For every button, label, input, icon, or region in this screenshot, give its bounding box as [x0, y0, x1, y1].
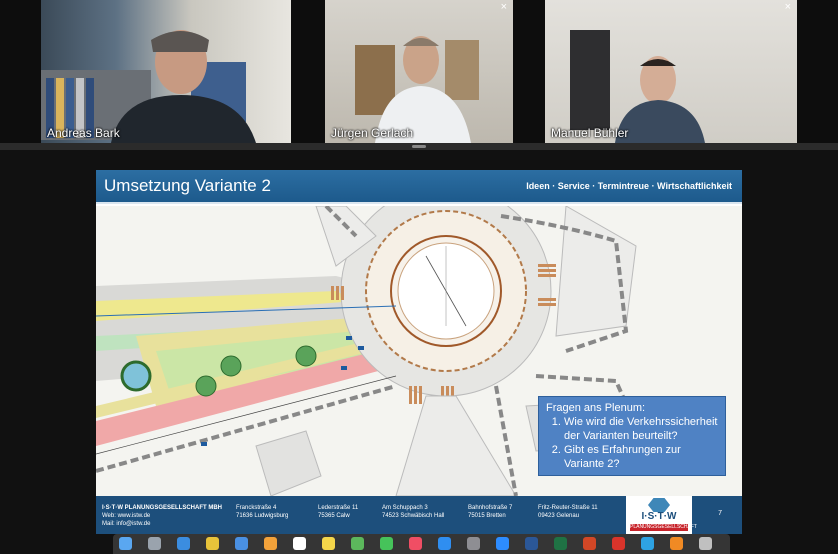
question-item: Gibt es Erfahrungen zur Variante 2?	[564, 443, 718, 471]
company-mail: Mail: info@istw.de	[102, 521, 151, 527]
macos-dock	[113, 534, 730, 554]
chrome-icon[interactable]	[206, 537, 219, 550]
company-name: I·S·T·W PLANUNGSGESELLSCHAFT MBH	[102, 505, 222, 511]
slide-header: Umsetzung Variante 2 Ideen · Service · T…	[96, 170, 742, 204]
address-city: 71636 Ludwigsburg	[236, 513, 289, 519]
company-web: Web: www.istw.de	[102, 513, 151, 519]
music-icon[interactable]	[409, 537, 422, 550]
participant-video-frame	[355, 36, 479, 143]
participant-name: Jürgen Gerlach	[331, 126, 414, 140]
address-street: Fritz-Reuter-Straße 11	[538, 505, 598, 511]
footer-address: Franckstraße 4 71636 Ludwigsburg	[236, 504, 288, 520]
address-street: Am Schuppach 3	[382, 505, 428, 511]
trash-icon[interactable]	[699, 537, 712, 550]
excel-icon[interactable]	[554, 537, 567, 550]
address-city: 09423 Gelenau	[538, 513, 580, 519]
zoom-icon[interactable]	[496, 537, 509, 550]
close-icon[interactable]: ×	[785, 1, 791, 13]
photoshop-icon[interactable]	[641, 537, 654, 550]
video-tile-participant-2[interactable]: × Jürgen Gerlach	[325, 0, 513, 143]
question-item: Wie wird die Verkehrssicherheit der Vari…	[564, 415, 718, 443]
photos-icon[interactable]	[264, 537, 277, 550]
slide-title: Umsetzung Variante 2	[104, 176, 271, 195]
participant-video-frame	[41, 30, 256, 143]
address-city: 75365 Calw	[318, 513, 350, 519]
address-city: 75015 Bretten	[468, 513, 506, 519]
address-street: Bahnhofstraße 7	[468, 505, 513, 511]
divider-grip[interactable]	[412, 145, 426, 148]
logo-hexagon-icon	[648, 498, 670, 512]
address-street: Franckstraße 4	[236, 505, 277, 511]
istw-logo: I·S·T·W PLANUNGSGESELLSCHAFT	[626, 496, 697, 534]
slide-page-number: 7	[718, 510, 722, 517]
video-tile-participant-1[interactable]: Andreas Bark	[41, 0, 291, 143]
mail-icon[interactable]	[235, 537, 248, 550]
powerpoint-icon[interactable]	[583, 537, 596, 550]
footer-address: Lederstraße 11 75365 Calw	[318, 504, 358, 520]
close-icon[interactable]: ×	[501, 1, 507, 13]
video-gallery: Andreas Bark × Jürgen Gerlach × Manuel B…	[0, 0, 838, 143]
address-street: Lederstraße 11	[318, 505, 359, 511]
address-city: 74523 Schwäbisch Hall	[382, 513, 445, 519]
logo-subtext: PLANUNGSGESELLSCHAFT	[630, 524, 697, 531]
participant-name: Andreas Bark	[47, 126, 120, 140]
finder-icon[interactable]	[119, 537, 132, 550]
logo-text: I·S·T·W	[641, 511, 677, 522]
split-divider[interactable]	[0, 143, 838, 150]
video-tile-participant-3[interactable]: × Manuel Bühler	[545, 0, 797, 143]
maps-icon[interactable]	[351, 537, 364, 550]
questions-list: Wie wird die Verkehrssicherheit der Vari…	[546, 415, 718, 471]
footer-address: Am Schuppach 3 74523 Schwäbisch Hall	[382, 504, 444, 520]
safari-icon[interactable]	[177, 537, 190, 550]
launchpad-icon[interactable]	[148, 537, 161, 550]
footer-address: Bahnhofstraße 7 75015 Bretten	[468, 504, 512, 520]
vlc-icon[interactable]	[670, 537, 683, 550]
participant-name: Manuel Bühler	[551, 126, 629, 140]
slide-footer: I·S·T·W PLANUNGSGESELLSCHAFT MBH Web: ww…	[96, 496, 742, 534]
word-icon[interactable]	[525, 537, 538, 550]
footer-company: I·S·T·W PLANUNGSGESELLSCHAFT MBH Web: ww…	[102, 504, 232, 528]
appstore-icon[interactable]	[438, 537, 451, 550]
footer-address: Fritz-Reuter-Straße 11 09423 Gelenau	[538, 504, 598, 520]
shared-screen-slide: Umsetzung Variante 2 Ideen · Service · T…	[96, 170, 742, 534]
questions-callout: Fragen ans Plenum: Wie wird die Verkehrs…	[538, 396, 726, 476]
calendar-icon[interactable]	[293, 537, 306, 550]
settings-icon[interactable]	[467, 537, 480, 550]
participant-video-frame	[570, 30, 705, 143]
slide-tagline: Ideen · Service · Termintreue · Wirtscha…	[526, 181, 732, 191]
callout-heading: Fragen ans Plenum:	[546, 402, 646, 414]
acrobat-icon[interactable]	[612, 537, 625, 550]
notes-icon[interactable]	[322, 537, 335, 550]
messages-icon[interactable]	[380, 537, 393, 550]
